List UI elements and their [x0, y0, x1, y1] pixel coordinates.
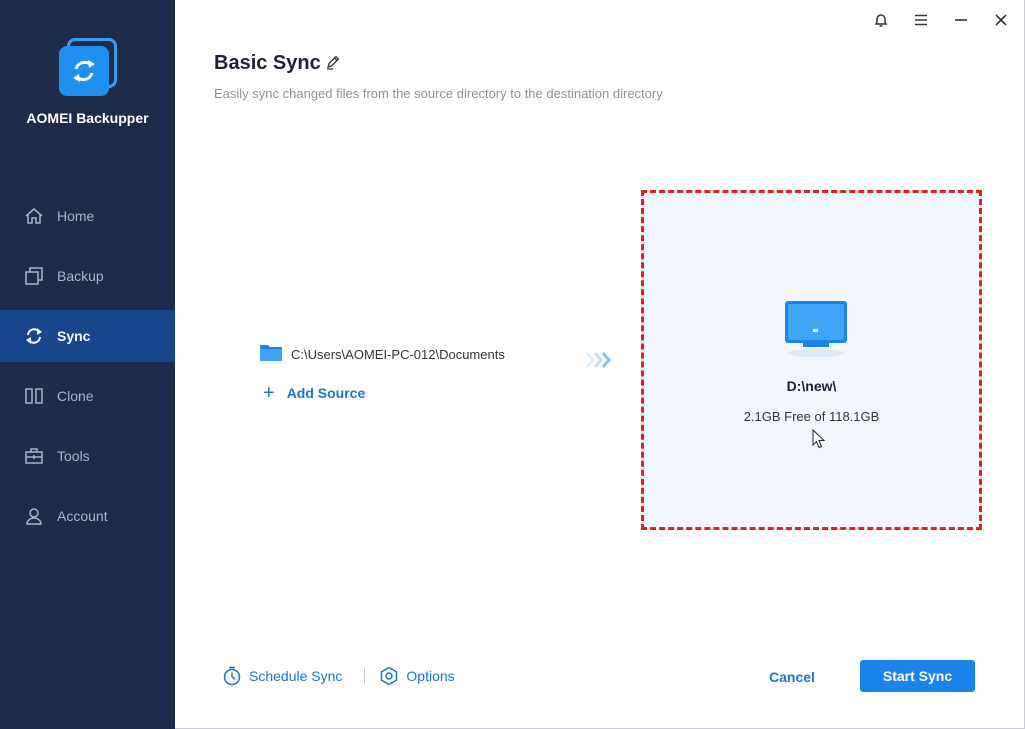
source-path: C:\Users\AOMEI-PC-012\Documents — [291, 347, 505, 362]
add-source-label: Add Source — [286, 385, 366, 401]
folder-icon — [259, 342, 283, 367]
sidebar-item-label: Tools — [57, 448, 90, 464]
sidebar-item-label: Sync — [57, 328, 91, 344]
stopwatch-icon — [222, 666, 242, 686]
sidebar-item-clone[interactable]: Clone — [0, 370, 175, 422]
add-source-button[interactable]: + Add Source — [263, 382, 366, 404]
minimize-icon[interactable] — [950, 10, 972, 30]
sidebar-item-home[interactable]: Home — [0, 190, 175, 242]
window-controls — [870, 10, 1012, 30]
clone-icon — [24, 386, 44, 406]
backup-icon — [24, 266, 44, 286]
sidebar-item-label: Backup — [57, 268, 104, 284]
sidebar-item-label: Home — [57, 208, 95, 224]
pencil-icon[interactable] — [325, 54, 341, 75]
destination-path: D:\new\ — [786, 378, 837, 394]
footer-options: Schedule Sync Options — [222, 666, 455, 686]
page-subtitle: Easily sync changed files from the sourc… — [214, 86, 663, 101]
gear-icon — [379, 666, 399, 686]
main-panel: Basic Sync Easily sync changed files fro… — [175, 0, 1025, 729]
logo-icon — [58, 38, 117, 98]
sidebar-item-tools[interactable]: Tools — [0, 430, 175, 482]
sidebar-nav: Home Backup Sync Clone Tools Account — [0, 190, 175, 550]
sidebar-item-account[interactable]: Account — [0, 490, 175, 542]
start-sync-button[interactable]: Start Sync — [860, 660, 975, 692]
sidebar-item-backup[interactable]: Backup — [0, 250, 175, 302]
app-name: AOMEI Backupper — [26, 110, 149, 126]
schedule-sync-label: Schedule Sync — [249, 668, 343, 684]
bell-icon[interactable] — [870, 10, 892, 30]
sidebar: AOMEI Backupper Home Backup Sync Clone T… — [0, 0, 175, 729]
destination-selector[interactable]: D:\new\ 2.1GB Free of 118.1GB — [641, 190, 982, 530]
options-button[interactable]: Options — [379, 666, 455, 686]
mouse-cursor-icon — [812, 428, 826, 454]
footer-divider — [364, 668, 366, 684]
menu-icon[interactable] — [910, 10, 932, 30]
sidebar-item-label: Account — [57, 508, 108, 524]
monitor-icon — [784, 299, 848, 364]
sync-direction-icon — [583, 349, 617, 376]
options-label: Options — [406, 668, 455, 684]
close-icon[interactable] — [990, 10, 1012, 30]
app-logo: AOMEI Backupper — [0, 38, 175, 126]
plus-icon: + — [263, 382, 275, 404]
tools-icon — [24, 446, 44, 466]
sidebar-item-label: Clone — [57, 388, 94, 404]
source-item[interactable]: C:\Users\AOMEI-PC-012\Documents — [259, 342, 505, 367]
sync-icon — [24, 326, 44, 346]
destination-free-space: 2.1GB Free of 118.1GB — [743, 409, 880, 424]
sidebar-item-sync[interactable]: Sync — [0, 310, 175, 362]
home-icon — [24, 206, 44, 226]
schedule-sync-button[interactable]: Schedule Sync — [222, 666, 342, 686]
page-title: Basic Sync — [214, 52, 321, 74]
account-icon — [24, 506, 44, 526]
cancel-button[interactable]: Cancel — [769, 669, 815, 685]
